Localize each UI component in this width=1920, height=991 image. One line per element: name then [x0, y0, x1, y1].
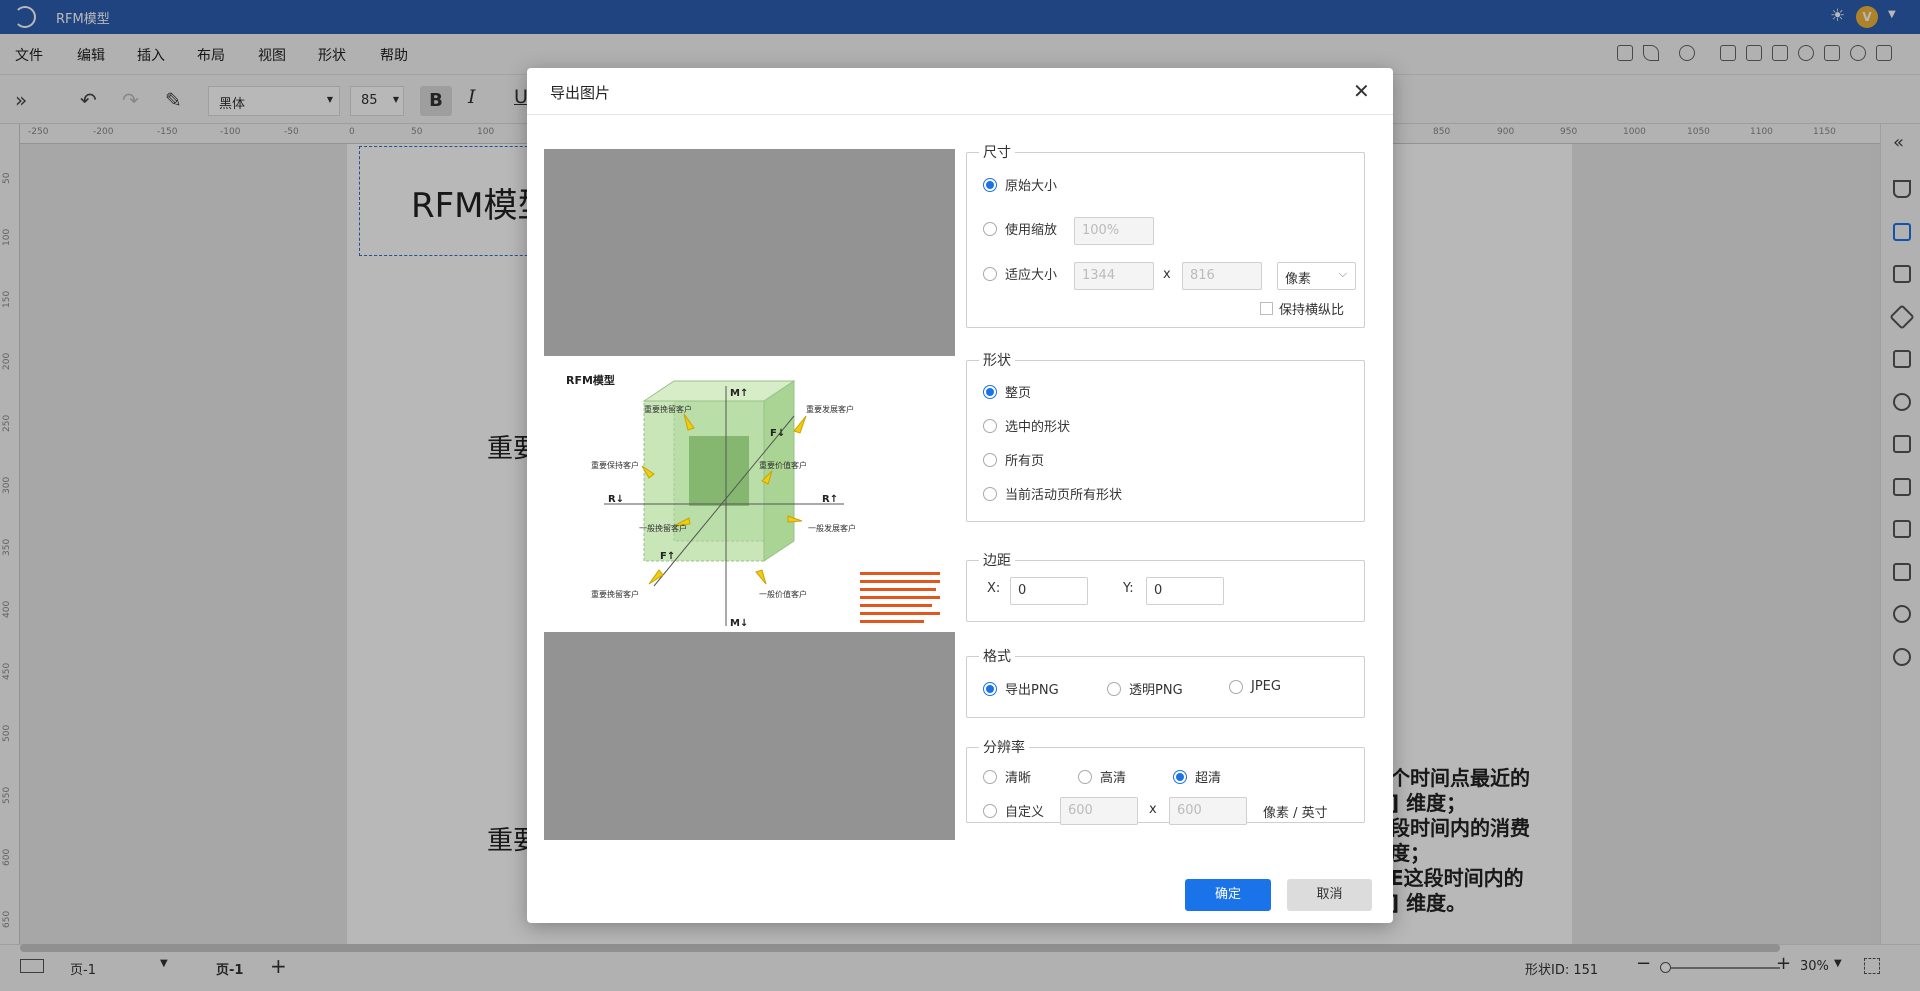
radio-button-icon	[983, 803, 997, 818]
resolution-clear-radio[interactable]: 清晰	[983, 767, 1031, 786]
preview-label: 一般发展客户	[808, 523, 856, 533]
resolution-custom-radio[interactable]: 自定义	[983, 801, 1044, 820]
axis-label: R↓	[608, 494, 624, 505]
export-preview: RFM模型 重要挽留客户 重要发展客户 重要保持客户 重要价值客户 一般挽留客户…	[544, 149, 955, 840]
radio-label: 选中的形状	[1005, 420, 1071, 435]
shape-whole-page-radio[interactable]: 整页	[983, 382, 1031, 401]
format-legend: 格式	[983, 649, 1011, 665]
shape-active-page-radio[interactable]: 当前活动页所有形状	[983, 484, 1122, 503]
preview-label: 重要发展客户	[806, 404, 854, 414]
checkbox-icon	[1260, 302, 1273, 315]
margin-x-label: X:	[987, 581, 1001, 596]
resolution-width-input[interactable]: 600	[1060, 797, 1138, 825]
shape-selected-radio[interactable]: 选中的形状	[983, 416, 1070, 435]
preview-label: 重要保持客户	[591, 460, 639, 470]
confirm-button[interactable]: 确定	[1185, 879, 1271, 911]
format-jpeg-radio[interactable]: JPEG	[1229, 679, 1281, 694]
margin-x-input[interactable]: 0	[1010, 577, 1088, 605]
axis-label: M↑	[730, 388, 748, 399]
radio-button-icon	[983, 769, 997, 784]
resolution-unit-label: 像素 / 英寸	[1263, 806, 1328, 821]
radio-label: 透明PNG	[1129, 683, 1183, 698]
radio-button-icon	[983, 177, 997, 192]
preview-label: 重要挽留客户	[591, 589, 639, 599]
radio-button-icon	[1173, 769, 1187, 784]
resolution-legend: 分辨率	[983, 740, 1025, 756]
radio-label: 适应大小	[1005, 268, 1058, 283]
axis-label: F↑	[660, 551, 675, 562]
radio-label: 超清	[1195, 771, 1222, 786]
rfm-cube-preview: RFM模型 重要挽留客户 重要发展客户 重要保持客户 重要价值客户 一般挽留客户…	[566, 373, 940, 629]
preview-label: 一般挽留客户	[639, 523, 687, 533]
axis-label: R↑	[822, 494, 838, 505]
resolution-hd-radio[interactable]: 高清	[1078, 767, 1126, 786]
size-fit-radio[interactable]: 适应大小	[983, 264, 1057, 283]
unit-select[interactable]: 像素 ⌵	[1277, 262, 1356, 290]
radio-label: 原始大小	[1005, 179, 1058, 194]
radio-button-icon	[983, 221, 997, 236]
radio-button-icon	[1229, 679, 1243, 694]
radio-button-icon	[983, 681, 997, 696]
cancel-button[interactable]: 取消	[1287, 879, 1372, 911]
size-original-radio[interactable]: 原始大小	[983, 175, 1057, 194]
axis-label: F↓	[770, 428, 785, 439]
divider	[527, 114, 1393, 115]
radio-button-icon	[983, 418, 997, 433]
width-input[interactable]: 1344	[1074, 262, 1154, 290]
margin-y-input[interactable]: 0	[1146, 577, 1224, 605]
dialog-title: 导出图片	[550, 84, 611, 102]
radio-button-icon	[983, 266, 997, 281]
radio-button-icon	[1078, 769, 1092, 784]
export-image-dialog: 导出图片 ✕ RFM模型 重要挽留客户 重要发展客户 重要保持客户 重要价值客户…	[527, 68, 1393, 923]
x-label: x	[1163, 267, 1171, 282]
format-png-radio[interactable]: 导出PNG	[983, 679, 1059, 698]
radio-label: 整页	[1005, 386, 1032, 401]
radio-label: 所有页	[1005, 454, 1045, 469]
size-scale-radio[interactable]: 使用缩放	[983, 219, 1057, 238]
shape-all-pages-radio[interactable]: 所有页	[983, 450, 1044, 469]
preview-title: RFM模型	[566, 373, 615, 387]
radio-label: 使用缩放	[1005, 223, 1058, 238]
preview-label: 一般价值客户	[759, 589, 807, 599]
unit-value: 像素	[1285, 272, 1312, 287]
x-label: x	[1149, 802, 1157, 817]
preview-label: 重要价值客户	[759, 460, 807, 470]
format-transparent-png-radio[interactable]: 透明PNG	[1107, 679, 1183, 698]
checkbox-label: 保持横纵比	[1279, 303, 1345, 318]
resolution-uhd-radio[interactable]: 超清	[1173, 767, 1221, 786]
scale-input[interactable]: 100%	[1074, 217, 1154, 245]
radio-label: 自定义	[1005, 805, 1045, 820]
radio-button-icon	[983, 452, 997, 467]
resolution-height-input[interactable]: 600	[1169, 797, 1247, 825]
margin-legend: 边距	[983, 553, 1011, 569]
radio-label: 当前活动页所有形状	[1005, 488, 1123, 503]
axis-label: M↓	[730, 618, 748, 629]
size-legend: 尺寸	[983, 145, 1011, 161]
radio-button-icon	[983, 384, 997, 399]
radio-label: JPEG	[1251, 679, 1281, 694]
preview-label: 重要挽留客户	[644, 404, 692, 414]
margin-y-label: Y:	[1123, 581, 1134, 596]
keep-ratio-checkbox[interactable]: 保持横纵比	[1260, 299, 1344, 318]
radio-label: 清晰	[1005, 771, 1032, 786]
radio-button-icon	[1107, 681, 1121, 696]
preview-image: RFM模型 重要挽留客户 重要发展客户 重要保持客户 重要价值客户 一般挽留客户…	[544, 356, 955, 632]
radio-label: 高清	[1100, 771, 1127, 786]
radio-label: 导出PNG	[1005, 683, 1059, 698]
height-input[interactable]: 816	[1182, 262, 1262, 290]
radio-button-icon	[983, 486, 997, 501]
chevron-down-icon: ⌵	[1338, 267, 1347, 280]
shape-legend: 形状	[983, 353, 1011, 369]
close-icon[interactable]: ✕	[1353, 79, 1370, 103]
